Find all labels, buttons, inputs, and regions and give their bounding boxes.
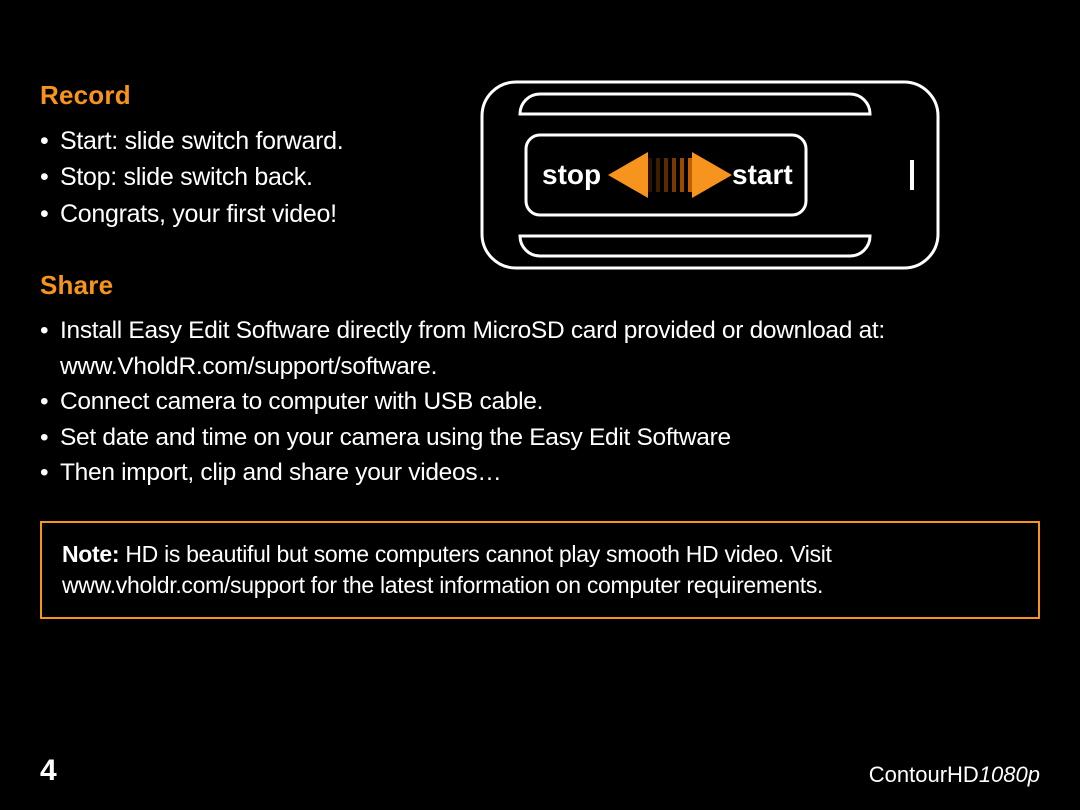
share-item: Connect camera to computer with USB cabl…	[40, 384, 1040, 420]
share-item: Set date and time on your camera using t…	[40, 420, 1040, 456]
share-heading: Share	[40, 270, 1040, 301]
record-item: Congrats, your first video!	[40, 196, 460, 232]
note-box: Note: HD is beautiful but some computers…	[40, 521, 1040, 619]
record-column: Record Start: slide switch forward. Stop…	[40, 80, 460, 262]
record-heading: Record	[40, 80, 460, 111]
top-row: Record Start: slide switch forward. Stop…	[40, 80, 1040, 270]
note-label: Note:	[62, 541, 119, 567]
page-number: 4	[40, 754, 57, 788]
share-list: Install Easy Edit Software directly from…	[40, 313, 1040, 491]
record-list: Start: slide switch forward. Stop: slide…	[40, 123, 460, 232]
share-item: Then import, clip and share your videos…	[40, 455, 1040, 491]
camera-switch-diagram: stop start	[480, 80, 940, 270]
model-prefix: ContourHD	[869, 762, 979, 787]
share-item: Install Easy Edit Software directly from…	[40, 313, 1040, 384]
note-body: HD is beautiful but some computers canno…	[62, 541, 832, 598]
diagram-wrap: stop start	[460, 80, 1040, 270]
page-footer: 4 ContourHD1080p	[40, 754, 1040, 788]
start-label: start	[732, 159, 793, 190]
note-text: Note: HD is beautiful but some computers…	[62, 539, 1018, 601]
model-suffix: 1080p	[979, 762, 1040, 787]
share-section: Share Install Easy Edit Software directl…	[40, 270, 1040, 491]
record-item: Stop: slide switch back.	[40, 159, 460, 195]
stop-label: stop	[542, 159, 601, 190]
manual-page: Record Start: slide switch forward. Stop…	[0, 0, 1080, 810]
model-name: ContourHD1080p	[869, 762, 1040, 788]
record-item: Start: slide switch forward.	[40, 123, 460, 159]
